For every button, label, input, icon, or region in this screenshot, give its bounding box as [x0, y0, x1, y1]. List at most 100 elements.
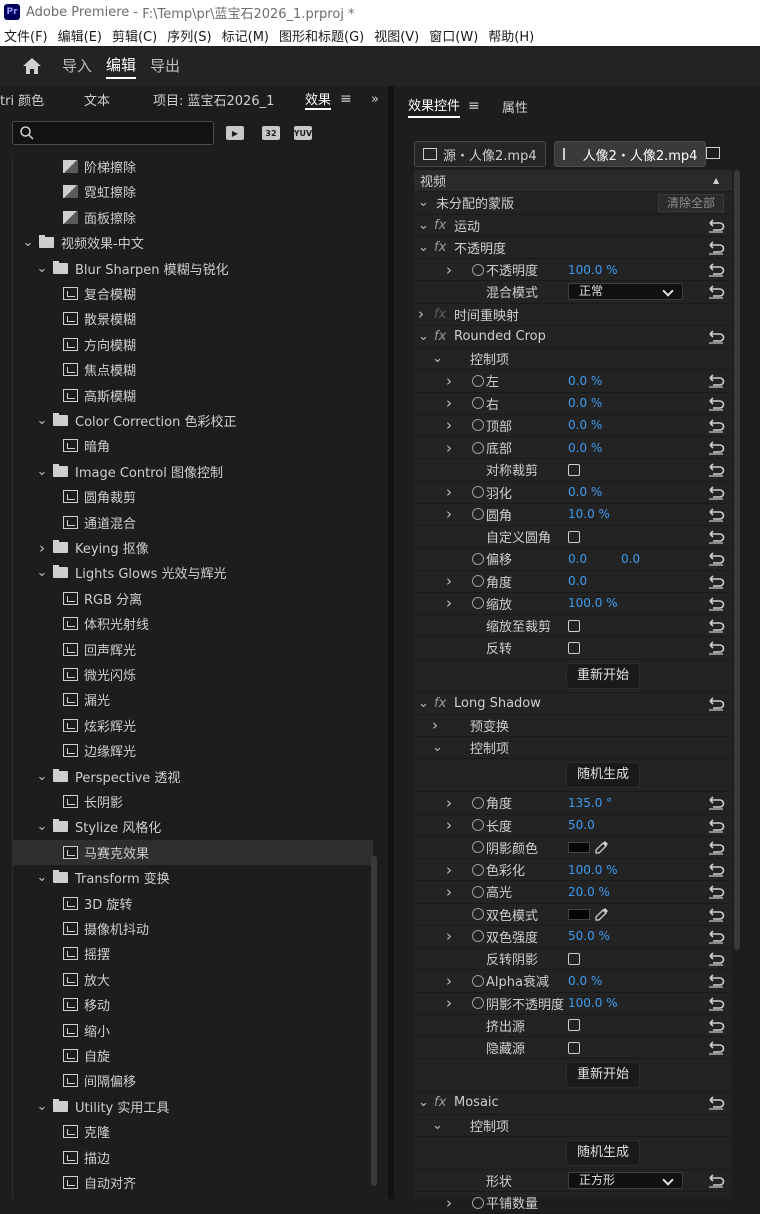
reset-icon[interactable] — [707, 1041, 725, 1055]
param-value[interactable]: 0.0 % — [568, 418, 602, 432]
param-value[interactable]: 50.0 — [568, 818, 595, 832]
home-icon[interactable] — [22, 56, 42, 76]
param-value[interactable]: 0.0 % — [568, 485, 602, 499]
chevron-right-icon[interactable]: › — [446, 1194, 452, 1212]
menu-item[interactable]: 序列(S) — [167, 26, 211, 45]
param-dropdown[interactable]: 正常 — [568, 283, 683, 301]
effect-item[interactable]: 摄像机抖动 — [13, 916, 373, 941]
fx-toggle-icon[interactable]: fx — [434, 1095, 446, 1110]
stopwatch-icon[interactable] — [472, 486, 484, 499]
reset-icon[interactable] — [707, 863, 725, 877]
clear-all-button[interactable]: 清除全部 — [658, 194, 725, 213]
effect-item[interactable]: 移动 — [13, 992, 373, 1017]
effect-item[interactable]: 回声辉光 — [13, 637, 373, 662]
param-checkbox[interactable] — [568, 463, 580, 476]
chevron-down-icon[interactable]: ⌄ — [35, 565, 49, 580]
chevron-right-icon[interactable]: › — [446, 794, 452, 812]
stopwatch-icon[interactable] — [472, 508, 484, 521]
tab-lumetri-color[interactable]: tri 颜色 — [0, 90, 44, 109]
effect-item[interactable]: 缩小 — [13, 1018, 373, 1043]
effect-item[interactable]: 高斯模糊 — [13, 383, 373, 408]
reset-icon[interactable] — [707, 263, 725, 277]
chevron-right-icon[interactable]: › — [35, 539, 49, 557]
action-button[interactable]: 重新开始 — [566, 1062, 641, 1089]
action-button[interactable]: 随机生成 — [566, 762, 641, 789]
param-value[interactable]: 0.0 % — [568, 396, 602, 410]
color-swatch[interactable] — [568, 841, 590, 853]
source-clip-tab[interactable]: 源・人像2.mp4 — [414, 141, 546, 167]
param-value[interactable]: 50.0 % — [568, 929, 610, 943]
param-value[interactable]: 10.0 % — [568, 507, 610, 521]
param-dropdown[interactable]: 正方形 — [568, 1171, 683, 1189]
menu-item[interactable]: 图形和标题(G) — [279, 26, 364, 45]
reset-icon[interactable] — [707, 508, 725, 522]
chevron-down-icon[interactable]: ⌄ — [35, 769, 49, 784]
chevron-right-icon[interactable]: › — [446, 861, 452, 879]
effect-folder[interactable]: ⌄ Perspective 透视 — [13, 764, 373, 789]
param-value[interactable]: 0.0 — [568, 552, 587, 566]
effect-item[interactable]: 马赛克效果 — [13, 839, 373, 865]
reset-icon[interactable] — [707, 974, 725, 988]
effect-item[interactable]: 焦点模糊 — [13, 357, 373, 382]
param-value[interactable]: 100.0 % — [568, 263, 618, 277]
effect-item[interactable]: 方向模糊 — [13, 332, 373, 357]
chevron-right-icon[interactable]: › — [446, 439, 452, 457]
chevron-down-icon[interactable]: ⌄ — [35, 870, 49, 885]
chevron-down-icon[interactable]: ⌄ — [418, 240, 429, 255]
reset-icon[interactable] — [707, 885, 725, 899]
effect-item[interactable]: 克隆 — [13, 1119, 373, 1144]
reset-icon[interactable] — [707, 930, 725, 944]
stopwatch-icon[interactable] — [472, 552, 484, 565]
stopwatch-icon[interactable] — [472, 841, 484, 854]
stopwatch-icon[interactable] — [472, 974, 484, 987]
yuv-effects-icon[interactable]: YUV — [294, 126, 312, 140]
chevron-right-icon[interactable]: › — [418, 305, 424, 323]
stopwatch-icon[interactable] — [472, 441, 484, 454]
menu-item[interactable]: 文件(F) — [4, 26, 48, 45]
reset-icon[interactable] — [707, 907, 725, 922]
stopwatch-icon[interactable] — [472, 397, 484, 410]
reset-icon[interactable] — [707, 1019, 725, 1033]
menu-item[interactable]: 标记(M) — [222, 26, 269, 45]
effect-item[interactable]: 间隔偏移 — [13, 1068, 373, 1093]
effect-item[interactable]: 霓虹擦除 — [13, 179, 373, 204]
param-value[interactable]: 135.0 ° — [568, 796, 612, 810]
stopwatch-icon[interactable] — [472, 597, 484, 610]
effect-item[interactable]: 面板擦除 — [13, 205, 373, 230]
chevron-down-icon[interactable]: ⌄ — [21, 235, 35, 250]
param-checkbox[interactable] — [568, 952, 580, 965]
toggle-timeline-icon[interactable] — [706, 147, 720, 159]
chevron-down-icon[interactable]: ⌄ — [35, 819, 49, 834]
chevron-right-icon[interactable]: › — [446, 994, 452, 1012]
effect-item[interactable]: 复合模糊 — [13, 281, 373, 306]
effect-item[interactable]: RGB 分离 — [13, 586, 373, 611]
effect-item[interactable]: 边缘辉光 — [13, 738, 373, 763]
reset-icon[interactable] — [707, 241, 725, 255]
tab-project[interactable]: 项目: 蓝宝石2026_1 — [153, 90, 274, 109]
reset-icon[interactable] — [707, 1096, 725, 1110]
stopwatch-icon[interactable] — [472, 575, 484, 588]
effect-item[interactable]: 通道混合 — [13, 510, 373, 535]
chevron-down-icon[interactable]: ⌄ — [35, 413, 49, 428]
param-value[interactable]: 0.0 % — [568, 441, 602, 455]
effect-item[interactable]: 体积光射线 — [13, 611, 373, 636]
effect-folder[interactable]: ⌄ Lights Glows 光效与辉光 — [13, 560, 373, 585]
stopwatch-icon[interactable] — [472, 374, 484, 387]
reset-icon[interactable] — [707, 952, 725, 966]
tab-effects[interactable]: 效果 — [305, 89, 332, 110]
chevron-down-icon[interactable]: ⌄ — [418, 195, 429, 210]
chevron-down-icon[interactable]: ⌄ — [35, 1099, 49, 1114]
reset-icon[interactable] — [707, 330, 725, 344]
fx-toggle-icon[interactable]: fx — [434, 329, 446, 344]
stopwatch-icon[interactable] — [472, 819, 484, 832]
search-field[interactable] — [37, 124, 207, 142]
workspace-tab-edit[interactable]: 编辑 — [106, 54, 137, 79]
chevron-down-icon[interactable]: ⌄ — [418, 696, 429, 711]
workspace-tab-export[interactable]: 导出 — [150, 55, 180, 78]
reset-icon[interactable] — [707, 396, 725, 411]
effect-item[interactable]: 长阴影 — [13, 789, 373, 814]
param-checkbox[interactable] — [568, 619, 580, 632]
chevron-down-icon[interactable]: ⌄ — [432, 1118, 443, 1133]
effect-item[interactable]: 摇摆 — [13, 941, 373, 966]
effect-item[interactable]: 圆角裁剪 — [13, 484, 373, 509]
